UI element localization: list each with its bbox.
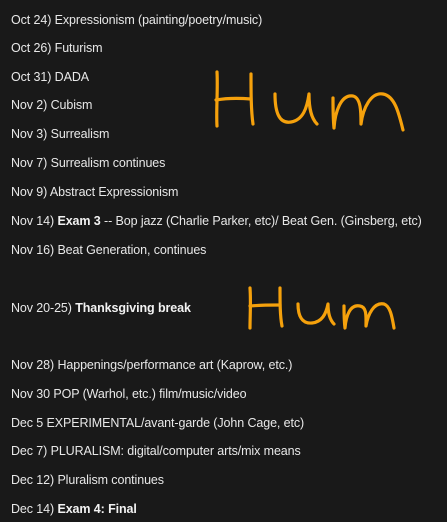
schedule-item: Nov 2) Cubism [11,98,93,112]
schedule-item-break: Nov 20-25) Thanksgiving break [11,301,191,315]
schedule-item: Dec 7) PLURALISM: digital/computer arts/… [11,444,301,458]
schedule-item-final-exam: Dec 14) Exam 4: Final [11,502,137,516]
schedule-item: Nov 30 POP (Warhol, etc.) film/music/vid… [11,387,247,401]
schedule-item: Oct 31) DADA [11,70,89,84]
schedule-item: Nov 28) Happenings/performance art (Kapr… [11,358,293,372]
handwritten-hum-annotation [214,70,405,132]
schedule-item: Oct 24) Expressionism (painting/poetry/m… [11,13,263,27]
schedule-page: Oct 24) Expressionism (painting/poetry/m… [0,0,447,522]
schedule-item: Dec 5 EXPERIMENTAL/avant-garde (John Cag… [11,416,305,430]
schedule-item: Oct 26) Futurism [11,41,103,55]
handwritten-hum-annotation [248,286,396,330]
schedule-item: Nov 7) Surrealism continues [11,156,166,170]
schedule-item: Dec 12) Pluralism continues [11,473,164,487]
schedule-item: Nov 16) Beat Generation, continues [11,243,207,257]
schedule-item-exam: Nov 14) Exam 3 -- Bop jazz (Charlie Park… [11,214,422,228]
schedule-item: Nov 9) Abstract Expressionism [11,185,179,199]
schedule-item: Nov 3) Surrealism [11,127,110,141]
